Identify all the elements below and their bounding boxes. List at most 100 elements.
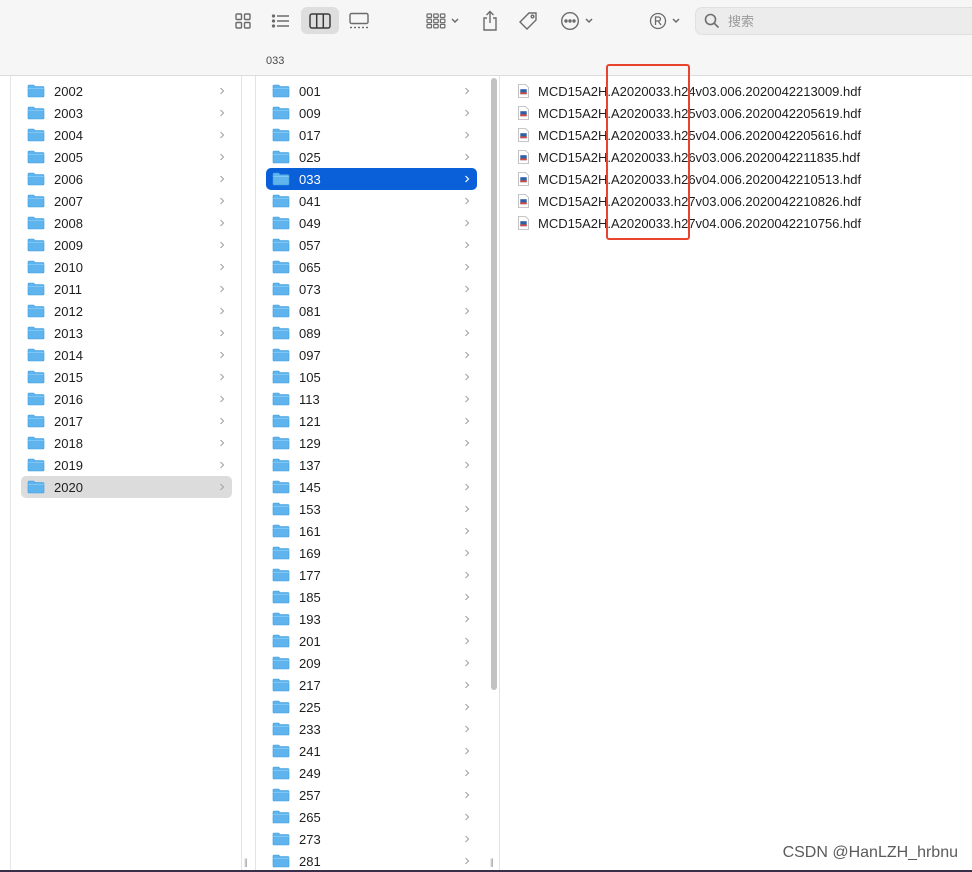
folder-row[interactable]: 2002 bbox=[21, 80, 232, 102]
folder-row[interactable]: 017 bbox=[266, 124, 477, 146]
icon-view-button[interactable] bbox=[230, 8, 256, 34]
folder-row[interactable]: 153 bbox=[266, 498, 477, 520]
folder-row[interactable]: 2020 bbox=[21, 476, 232, 498]
folder-row[interactable]: 145 bbox=[266, 476, 477, 498]
column-resize-handle[interactable]: || bbox=[244, 857, 248, 867]
folder-icon bbox=[272, 128, 290, 142]
folder-row[interactable]: 185 bbox=[266, 586, 477, 608]
folder-row[interactable]: 089 bbox=[266, 322, 477, 344]
file-row[interactable]: MCD15A2H.A2020033.h26v04.006.20200422105… bbox=[500, 168, 972, 190]
folder-row[interactable]: 201 bbox=[266, 630, 477, 652]
file-row[interactable]: MCD15A2H.A2020033.h27v04.006.20200422107… bbox=[500, 212, 972, 234]
folder-name: 209 bbox=[299, 655, 321, 671]
folder-row[interactable]: 2006 bbox=[21, 168, 232, 190]
chevron-down-icon bbox=[585, 18, 593, 24]
group-button[interactable] bbox=[422, 8, 464, 34]
folder-row[interactable]: 241 bbox=[266, 740, 477, 762]
folder-row[interactable]: 2005 bbox=[21, 146, 232, 168]
folder-row[interactable]: 225 bbox=[266, 696, 477, 718]
folder-row[interactable]: 2017 bbox=[21, 410, 232, 432]
folder-row[interactable]: 2008 bbox=[21, 212, 232, 234]
folder-icon bbox=[27, 348, 45, 362]
folder-row[interactable]: 2014 bbox=[21, 344, 232, 366]
folder-row[interactable]: 2004 bbox=[21, 124, 232, 146]
folder-row[interactable]: 177 bbox=[266, 564, 477, 586]
folder-name: 2002 bbox=[54, 83, 83, 99]
chevron-right-icon bbox=[465, 219, 470, 227]
search-field[interactable] bbox=[695, 7, 972, 35]
folder-name: 105 bbox=[299, 369, 321, 385]
folder-row[interactable]: 2010 bbox=[21, 256, 232, 278]
folder-row[interactable]: 105 bbox=[266, 366, 477, 388]
chevron-right-icon bbox=[465, 505, 470, 513]
hdf-file-icon bbox=[518, 150, 529, 164]
folder-row[interactable]: 193 bbox=[266, 608, 477, 630]
folder-row[interactable]: 2016 bbox=[21, 388, 232, 410]
share-button[interactable] bbox=[478, 7, 502, 35]
folder-name: 097 bbox=[299, 347, 321, 363]
folder-row[interactable]: 273 bbox=[266, 828, 477, 850]
file-row[interactable]: MCD15A2H.A2020033.h25v04.006.20200422056… bbox=[500, 124, 972, 146]
file-row[interactable]: MCD15A2H.A2020033.h27v03.006.20200422108… bbox=[500, 190, 972, 212]
folder-icon bbox=[272, 392, 290, 406]
column-view-button[interactable] bbox=[301, 7, 339, 34]
folder-icon bbox=[27, 238, 45, 252]
folder-row[interactable]: 265 bbox=[266, 806, 477, 828]
tags-button[interactable] bbox=[515, 8, 541, 34]
folder-row[interactable]: 097 bbox=[266, 344, 477, 366]
folder-row[interactable]: 073 bbox=[266, 278, 477, 300]
search-input[interactable] bbox=[726, 12, 960, 30]
folder-row[interactable]: 129 bbox=[266, 432, 477, 454]
file-row[interactable]: MCD15A2H.A2020033.h24v03.006.20200422130… bbox=[500, 80, 972, 102]
folder-row[interactable]: 121 bbox=[266, 410, 477, 432]
folder-row[interactable]: 033 bbox=[266, 168, 477, 190]
folder-row[interactable]: 025 bbox=[266, 146, 477, 168]
folder-row[interactable]: 2007 bbox=[21, 190, 232, 212]
column-resize-handle[interactable]: || bbox=[490, 857, 494, 867]
folder-name: 257 bbox=[299, 787, 321, 803]
folder-row[interactable]: 281 bbox=[266, 850, 477, 872]
folder-row[interactable]: 161 bbox=[266, 520, 477, 542]
file-row[interactable]: MCD15A2H.A2020033.h25v03.006.20200422056… bbox=[500, 102, 972, 124]
folder-row[interactable]: 009 bbox=[266, 102, 477, 124]
folder-row[interactable]: 113 bbox=[266, 388, 477, 410]
folder-icon bbox=[27, 480, 45, 494]
folder-name: 233 bbox=[299, 721, 321, 737]
folder-name: 2013 bbox=[54, 325, 83, 341]
folder-row[interactable]: 137 bbox=[266, 454, 477, 476]
folder-icon bbox=[272, 84, 290, 98]
profile-button[interactable] bbox=[646, 8, 684, 34]
chevron-down-icon bbox=[672, 18, 680, 24]
folder-row[interactable]: 2003 bbox=[21, 102, 232, 124]
folder-row[interactable]: 2011 bbox=[21, 278, 232, 300]
file-row[interactable]: MCD15A2H.A2020033.h26v03.006.20200422118… bbox=[500, 146, 972, 168]
folder-row[interactable]: 2013 bbox=[21, 322, 232, 344]
folder-icon bbox=[272, 722, 290, 736]
folder-row[interactable]: 257 bbox=[266, 784, 477, 806]
gallery-view-button[interactable] bbox=[344, 8, 374, 34]
folder-row[interactable]: 065 bbox=[266, 256, 477, 278]
folder-row[interactable]: 209 bbox=[266, 652, 477, 674]
list-view-button[interactable] bbox=[268, 8, 294, 34]
folder-row[interactable]: 2009 bbox=[21, 234, 232, 256]
folder-row[interactable]: 057 bbox=[266, 234, 477, 256]
folder-row[interactable]: 001 bbox=[266, 80, 477, 102]
action-button[interactable] bbox=[556, 8, 598, 34]
folder-row[interactable]: 217 bbox=[266, 674, 477, 696]
folder-row[interactable]: 049 bbox=[266, 212, 477, 234]
column-divider bbox=[241, 76, 242, 872]
folder-icon bbox=[272, 458, 290, 472]
folder-row[interactable]: 041 bbox=[266, 190, 477, 212]
folder-row[interactable]: 249 bbox=[266, 762, 477, 784]
folder-row[interactable]: 233 bbox=[266, 718, 477, 740]
scrollbar-thumb[interactable] bbox=[491, 78, 497, 690]
folder-row[interactable]: 081 bbox=[266, 300, 477, 322]
chevron-right-icon bbox=[465, 373, 470, 381]
folder-row[interactable]: 2019 bbox=[21, 454, 232, 476]
folder-row[interactable]: 2015 bbox=[21, 366, 232, 388]
folder-row[interactable]: 169 bbox=[266, 542, 477, 564]
hdf-file-icon bbox=[518, 106, 529, 120]
folder-row[interactable]: 2012 bbox=[21, 300, 232, 322]
folder-row[interactable]: 2018 bbox=[21, 432, 232, 454]
folder-icon bbox=[27, 414, 45, 428]
